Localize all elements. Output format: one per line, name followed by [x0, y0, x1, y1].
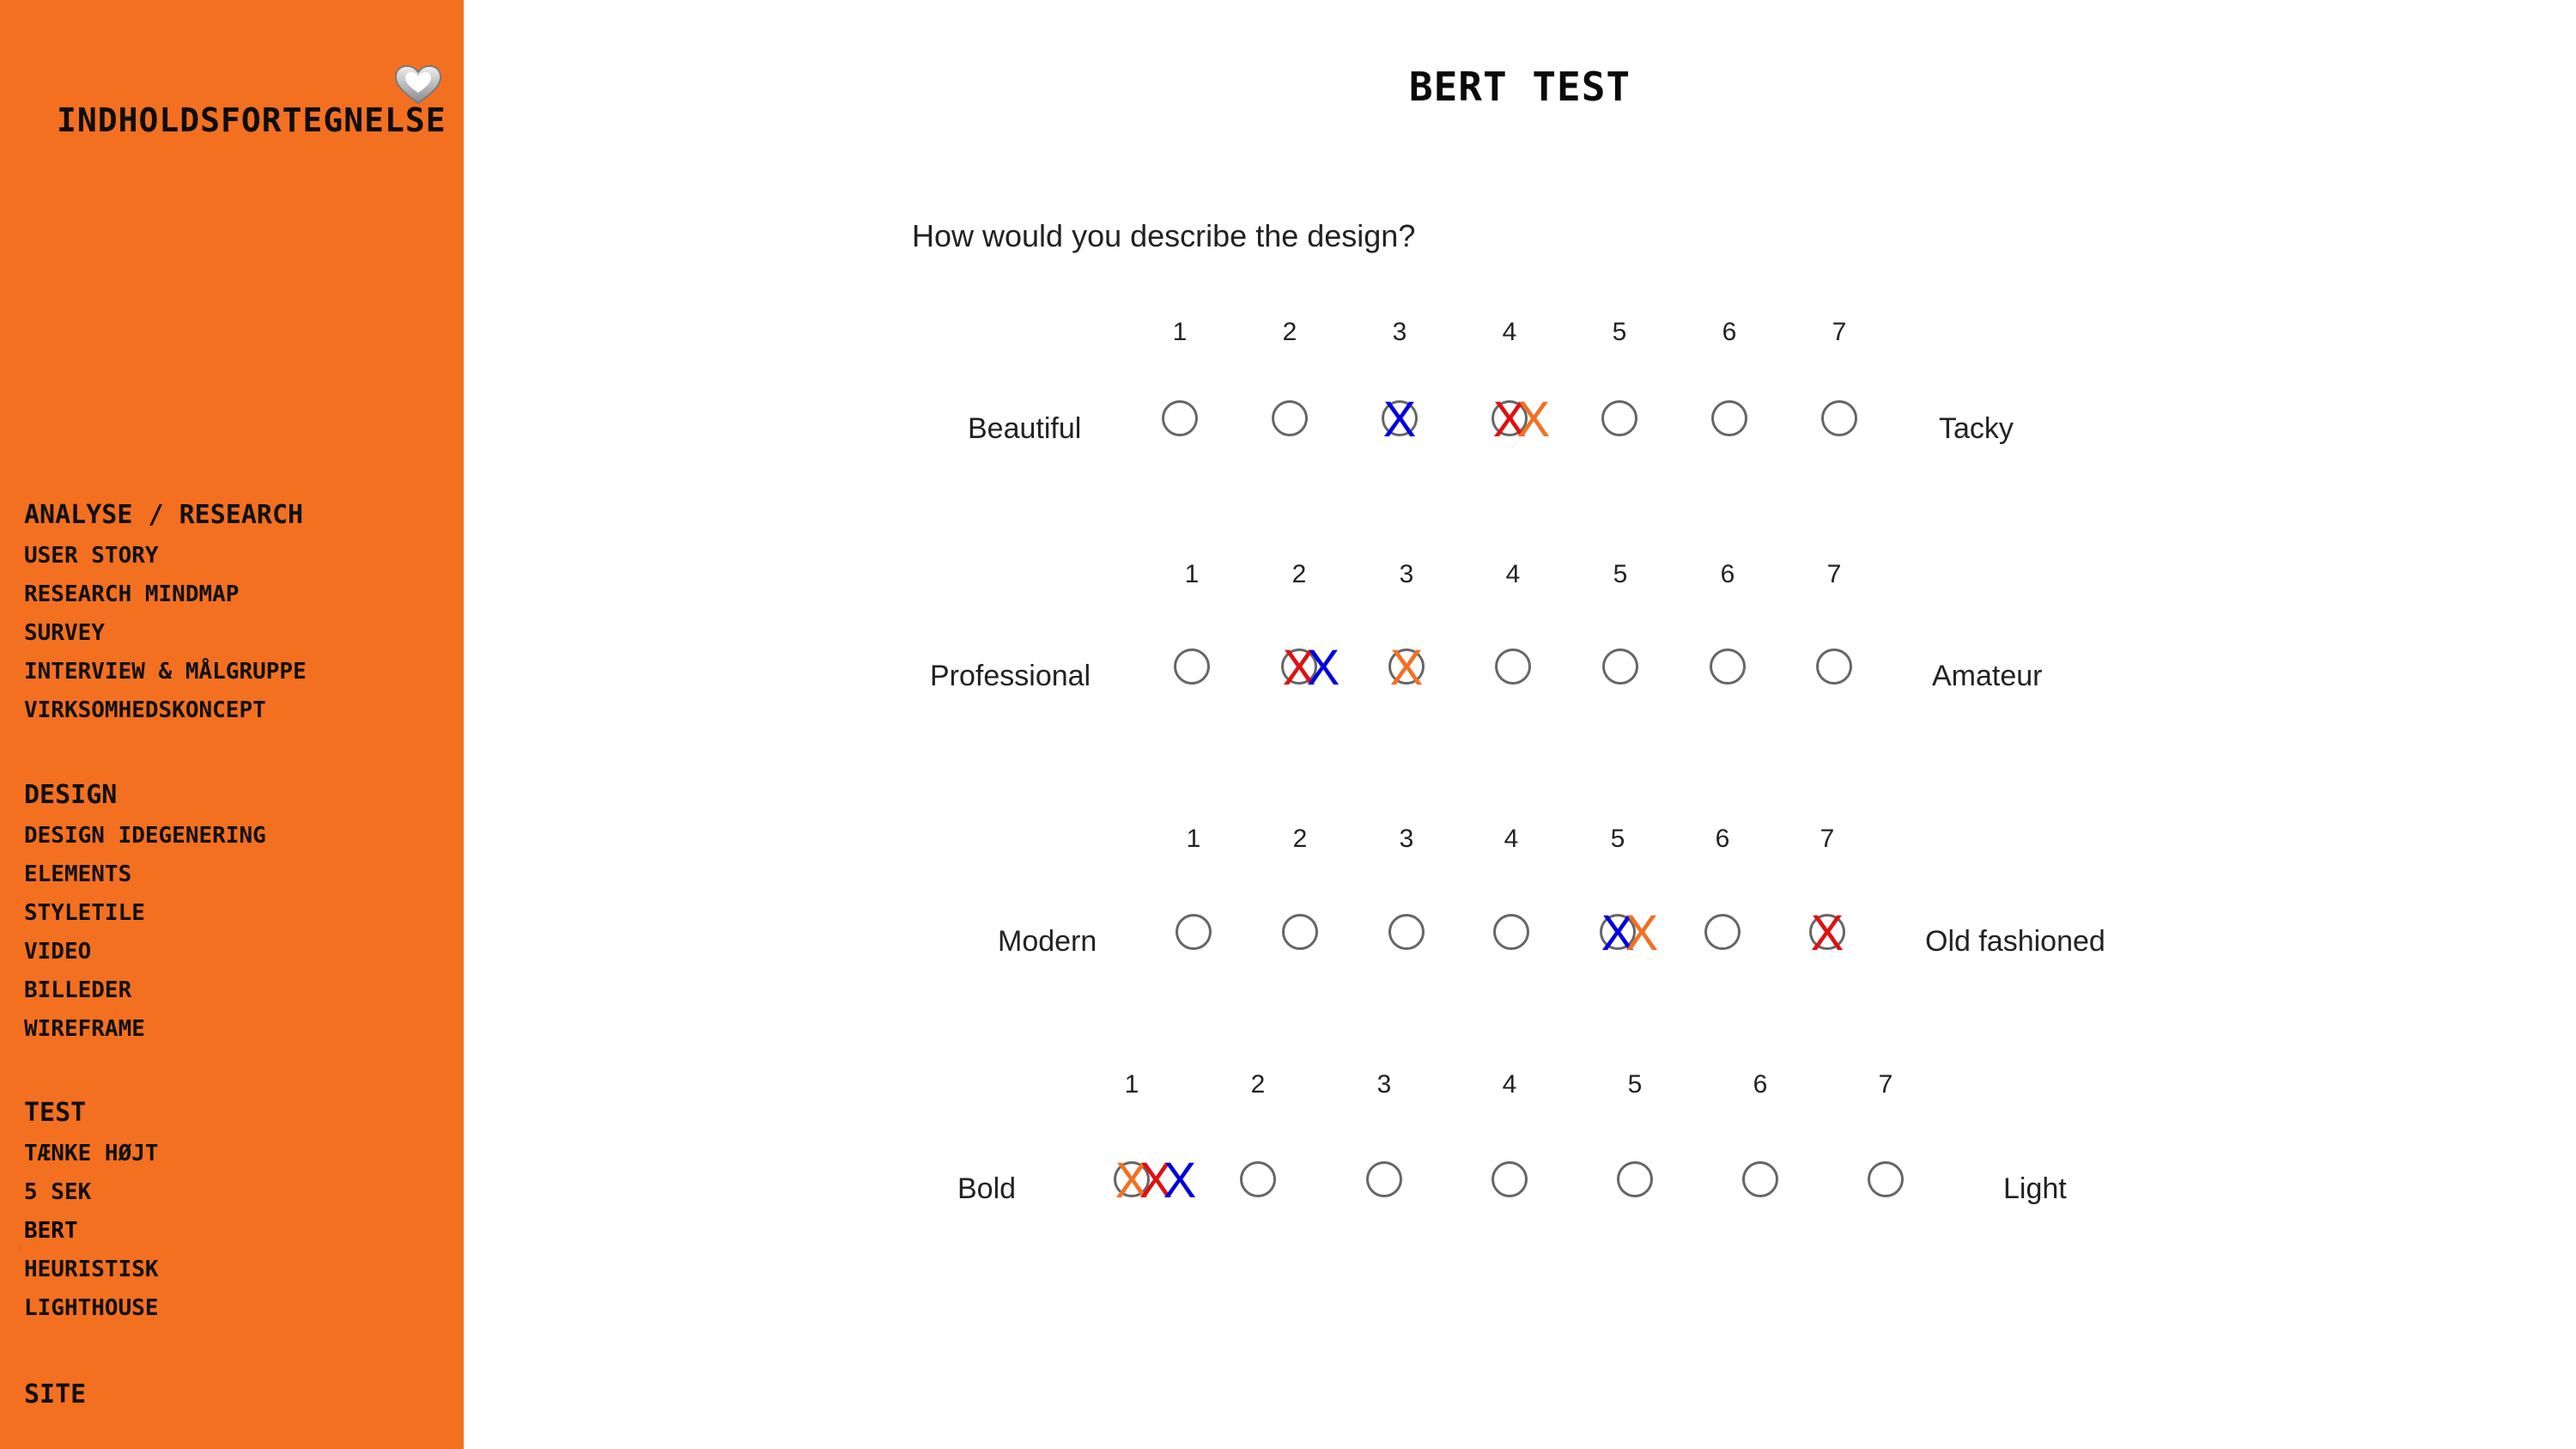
rating-radio[interactable] — [1821, 400, 1857, 436]
nav-section-2[interactable]: TEST — [24, 1098, 86, 1128]
nav-item[interactable]: BILLEDER — [24, 977, 131, 1003]
nav-item[interactable]: VIRKSOMHEDSKONCEPT — [24, 697, 266, 723]
nav-item[interactable]: LIGHTHOUSE — [24, 1295, 159, 1321]
nav-item[interactable]: USER STORY — [24, 543, 159, 569]
scale-number: 4 — [1504, 825, 1519, 853]
left-anchor-label: Bold — [957, 1172, 1017, 1205]
scale-number: 1 — [1124, 1070, 1139, 1099]
scale-number: 5 — [1627, 1070, 1643, 1099]
scale-number: 1 — [1184, 560, 1200, 588]
scale-number: 4 — [1502, 1070, 1517, 1099]
nav-item[interactable]: RESEARCH MINDMAP — [24, 581, 239, 607]
scale-number: 2 — [1292, 825, 1308, 853]
rating-radio[interactable] — [1868, 1161, 1904, 1197]
rating-radio[interactable] — [1742, 1161, 1778, 1197]
right-anchor-label: Light — [2003, 1172, 2067, 1205]
rating-radio[interactable] — [1240, 1161, 1276, 1197]
rating-radio[interactable] — [1282, 914, 1318, 950]
rating-radio[interactable] — [1710, 648, 1746, 685]
nav-item[interactable]: TÆNKE HØJT — [24, 1141, 159, 1166]
rating-radio[interactable] — [1174, 648, 1210, 685]
survey-question: How would you describe the design? — [912, 218, 1416, 253]
rating-radio[interactable] — [1704, 914, 1741, 950]
nav-item[interactable]: 5 SEK — [24, 1179, 91, 1205]
left-anchor-label: Modern — [998, 925, 1097, 958]
x-mark-icon: X — [1625, 905, 1659, 961]
rating-radio[interactable] — [1162, 400, 1198, 436]
right-anchor-label: Old fashioned — [1925, 925, 2105, 958]
rating-radio[interactable] — [1272, 400, 1308, 436]
rating-radio[interactable] — [1601, 400, 1637, 436]
page-title: BERT TEST — [1408, 64, 1631, 110]
rating-radio[interactable] — [1176, 914, 1212, 950]
x-mark-icon: X — [1306, 640, 1340, 696]
x-mark-icon: X — [1382, 392, 1417, 447]
scale-number: 2 — [1282, 318, 1297, 346]
scale-number: 6 — [1753, 1070, 1768, 1099]
scale-number: 6 — [1722, 318, 1737, 346]
nav-item[interactable]: WIREFRAME — [24, 1016, 145, 1042]
scale-number: 2 — [1291, 560, 1307, 588]
scale-number: 5 — [1610, 825, 1625, 853]
rating-radio[interactable] — [1495, 648, 1531, 685]
scale-number: 7 — [1832, 318, 1847, 346]
nav-item[interactable]: STYLETILE — [24, 900, 145, 926]
scale-number: 2 — [1250, 1070, 1266, 1099]
scale-number: 3 — [1399, 825, 1414, 853]
x-mark-icon: X — [1163, 1153, 1197, 1209]
scale-number: 7 — [1826, 560, 1842, 588]
right-anchor-label: Amateur — [1932, 660, 2043, 692]
nav-item[interactable]: DESIGN IDEGENERING — [24, 823, 266, 849]
scale-number: 3 — [1376, 1070, 1392, 1099]
scale-number: 3 — [1399, 560, 1414, 588]
nav-item[interactable]: BERT — [24, 1218, 78, 1244]
left-anchor-label: Beautiful — [968, 412, 1082, 445]
scale-number: 4 — [1505, 560, 1521, 588]
x-mark-icon: X — [1389, 640, 1424, 696]
nav-item[interactable]: ELEMENTS — [24, 861, 131, 887]
scale-number: 5 — [1613, 560, 1628, 588]
nav-section-1[interactable]: DESIGN — [24, 780, 117, 810]
scale-number: 1 — [1172, 318, 1188, 346]
left-anchor-label: Professional — [930, 660, 1091, 692]
scale-number: 6 — [1720, 560, 1735, 588]
x-mark-icon: X — [1516, 392, 1551, 447]
rating-radio[interactable] — [1366, 1161, 1402, 1197]
nav-item[interactable]: INTERVIEW & MÅLGRUPPE — [24, 659, 307, 685]
nav-section-3[interactable]: SITE — [24, 1379, 86, 1409]
toc-title: INDHOLDSFORTEGNELSE — [57, 101, 447, 139]
right-anchor-label: Tacky — [1939, 412, 2014, 445]
scale-number: 7 — [1878, 1070, 1893, 1099]
scale-number: 4 — [1502, 318, 1517, 346]
nav-item[interactable]: SURVEY — [24, 620, 105, 646]
rating-radio[interactable] — [1388, 914, 1425, 950]
rating-radio[interactable] — [1493, 914, 1529, 950]
nav-section-0[interactable]: ANALYSE / RESEARCH — [24, 500, 303, 530]
rating-radio[interactable] — [1816, 648, 1852, 685]
scale-number: 6 — [1715, 825, 1730, 853]
rating-radio[interactable] — [1602, 648, 1638, 685]
scale-number: 5 — [1612, 318, 1627, 346]
heart-icon[interactable] — [392, 62, 445, 107]
nav-item[interactable]: VIDEO — [24, 939, 91, 965]
rating-radio[interactable] — [1711, 400, 1747, 436]
rating-radio[interactable] — [1617, 1161, 1653, 1197]
sidebar: INDHOLDSFORTEGNELSE ANALYSE / RESEARCH US… — [0, 0, 464, 1449]
scale-number: 1 — [1186, 825, 1201, 853]
nav-item[interactable]: HEURISTISK — [24, 1257, 159, 1282]
scale-number: 7 — [1820, 825, 1835, 853]
scale-number: 3 — [1392, 318, 1407, 346]
x-mark-icon: X — [1810, 905, 1844, 961]
rating-radio[interactable] — [1492, 1161, 1528, 1197]
